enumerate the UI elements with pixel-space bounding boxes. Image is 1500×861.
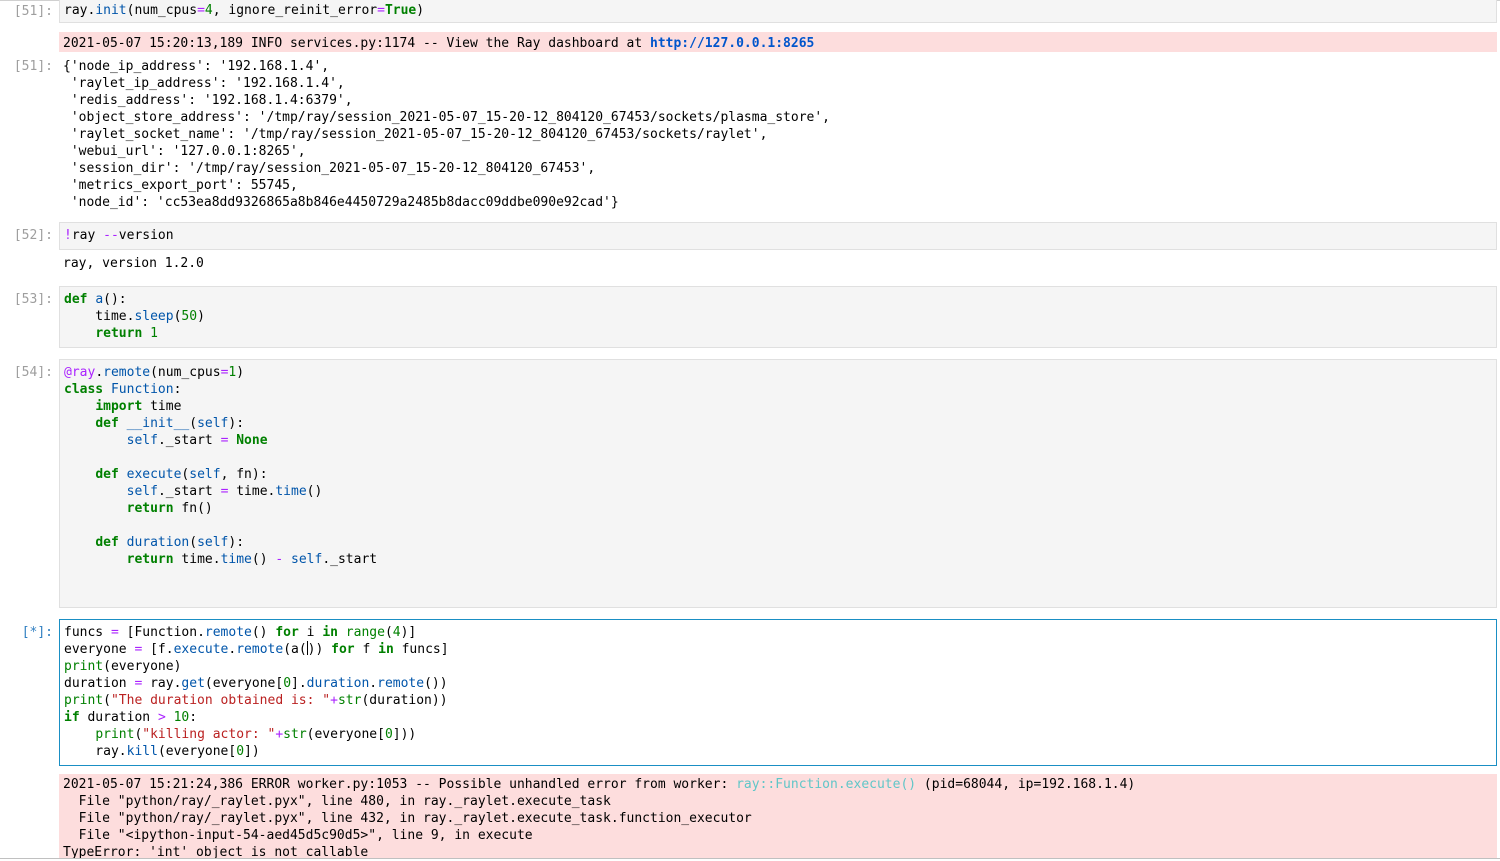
cell-54-input[interactable]: @ray.remote(num_cpus=1) class Function: … — [59, 359, 1497, 608]
cell-52-stdout: ray, version 1.2.0 — [63, 256, 204, 271]
bottom-divider — [0, 858, 1500, 859]
active-cell-prompt: [*]: — [21, 625, 53, 640]
error-function-name: ray::Function.execute() — [736, 777, 917, 792]
stderr-info-text: 2021-05-07 15:20:13,189 INFO services.py… — [63, 36, 650, 51]
cell-54-code[interactable]: @ray.remote(num_cpus=1) class Function: … — [60, 360, 1496, 572]
error-traceback: File "python/ray/_raylet.pyx", line 480,… — [63, 794, 752, 860]
cell-51-output-prompt: [51]: — [13, 59, 53, 74]
cell-52-prompt: [52]: — [13, 228, 53, 243]
cell-53-prompt: [53]: — [13, 292, 53, 307]
cell-54-prompt: [54]: — [13, 365, 53, 380]
cell-51-result: {'node_ip_address': '192.168.1.4', 'rayl… — [63, 59, 831, 210]
text-cursor — [306, 641, 308, 655]
cell-52-code[interactable]: !ray --version — [60, 223, 1496, 248]
cell-51-prompt: [51]: — [13, 4, 53, 19]
cell-52-input[interactable]: !ray --version — [59, 222, 1497, 250]
cell-51-stderr: 2021-05-07 15:20:13,189 INFO services.py… — [59, 32, 1497, 52]
active-cell-input[interactable]: funcs = [Function.remote() for i in rang… — [59, 619, 1497, 766]
cell-53-code[interactable]: def a(): time.sleep(50) return 1 — [60, 287, 1496, 346]
error-line-prefix: 2021-05-07 15:21:24,386 ERROR worker.py:… — [63, 777, 737, 792]
cell-51-input[interactable]: ray.init(num_cpus=4, ignore_reinit_error… — [59, 0, 1497, 23]
cell-51-code[interactable]: ray.init(num_cpus=4, ignore_reinit_error… — [60, 0, 1496, 23]
dashboard-link[interactable]: http://127.0.0.1:8265 — [650, 36, 814, 51]
active-cell-stderr: 2021-05-07 15:21:24,386 ERROR worker.py:… — [59, 774, 1497, 860]
cell-53-input[interactable]: def a(): time.sleep(50) return 1 — [59, 286, 1497, 348]
error-line-suffix: (pid=68044, ip=192.168.1.4) — [916, 777, 1136, 792]
active-cell-code[interactable]: funcs = [Function.remote() for i in rang… — [60, 620, 1496, 764]
